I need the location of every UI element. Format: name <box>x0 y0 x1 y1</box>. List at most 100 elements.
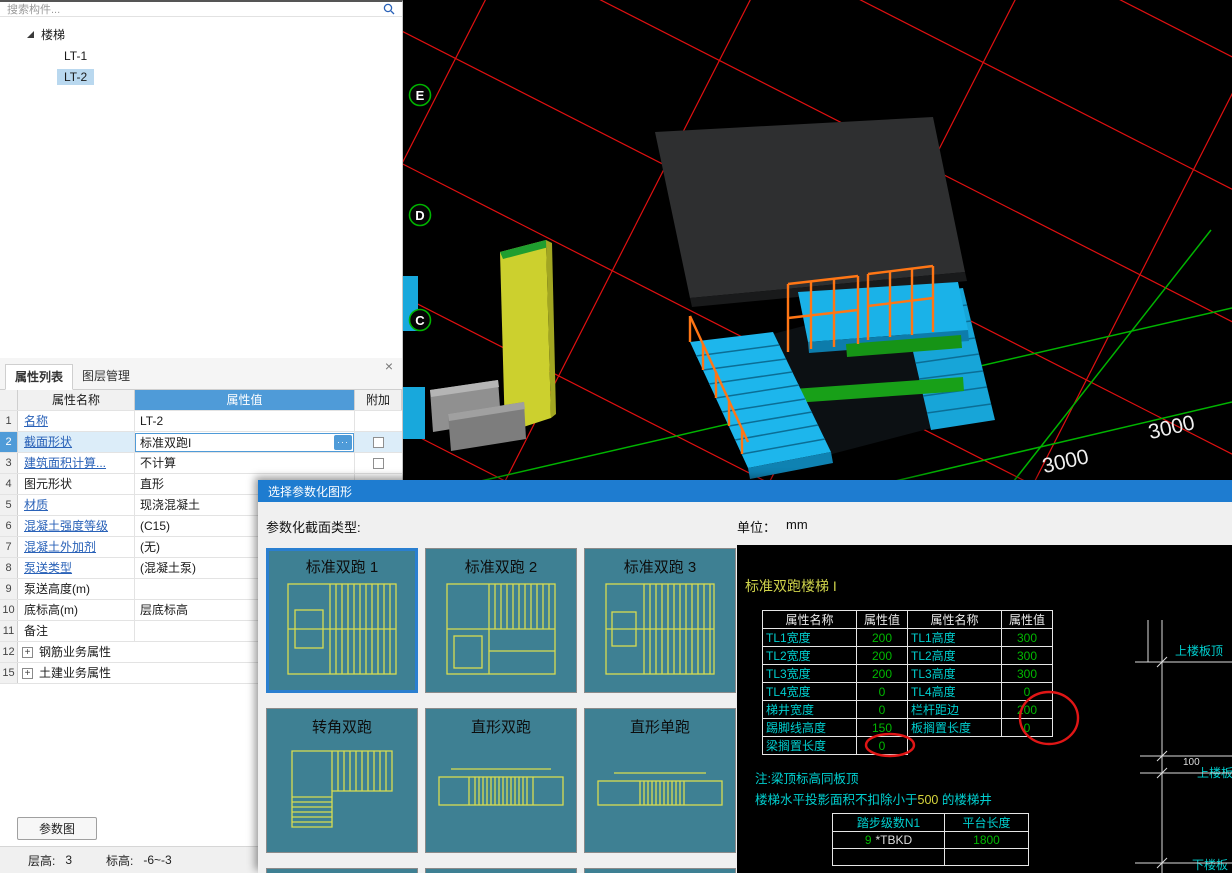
table-row-selected[interactable]: 2 截面形状 标准双跑I ··· <box>0 432 402 453</box>
stair-preview: 标准双跑楼梯 I 属性名称 属性值 属性名称 属性值 TL1宽度 200 TL1高… <box>737 545 1232 873</box>
expand-plus-icon[interactable]: + <box>22 667 33 679</box>
table-row[interactable]: 1 名称 LT-2 <box>0 411 402 432</box>
card-title: 直形单跑 <box>629 719 690 736</box>
card-standard-double-1[interactable]: 标准双跑 1 <box>266 548 418 693</box>
stair-type-cards: 标准双跑 1 标准双跑 2 标准双跑 3 转角双跑 直形双跑 直形单跑 <box>266 548 736 873</box>
label-lower-slab: 下楼板 <box>1192 858 1229 872</box>
card-corner-double[interactable]: 转角双跑 <box>266 708 418 853</box>
pv-row: TL3宽度 200 TL3高度 300 <box>762 664 1053 683</box>
header-extra: 附加 <box>355 390 402 410</box>
pv-header: 属性名称 <box>762 610 857 629</box>
floor-height-label: 层高: <box>28 853 56 868</box>
parameter-diagram-button[interactable]: 参数图 <box>17 817 97 840</box>
tree-item-label: LT-1 <box>64 48 88 63</box>
row-number: 5 <box>0 495 18 515</box>
pv-row: TL4宽度 0 TL4高度 0 <box>762 682 1053 701</box>
pv-steps-header: 踏步级数N1 <box>832 813 945 832</box>
stair-diagram <box>605 583 715 675</box>
property-name: 混凝土强度等级 <box>18 516 135 536</box>
preview-title: 标准双跑楼梯 I <box>745 578 837 594</box>
property-value[interactable]: LT-2 <box>135 411 355 431</box>
viewport-3d[interactable]: 3000 3000 E D C <box>0 0 1232 873</box>
stair-diagram <box>438 768 564 806</box>
elevation-value: -6~-3 <box>143 853 172 867</box>
label-upper-slab-top: 上楼板顶 <box>1175 644 1224 658</box>
section-shape-editor[interactable]: 标准双跑I ··· <box>135 433 354 452</box>
tab-layer-management[interactable]: 图层管理 <box>73 364 139 390</box>
row-number: 7 <box>0 537 18 557</box>
extra-checkbox[interactable] <box>373 457 384 469</box>
pv-row: 梁搁置长度 0 <box>762 736 1053 755</box>
step-code: *TBKD <box>875 833 913 847</box>
tree-node-stairs[interactable]: 楼梯 <box>0 24 402 45</box>
axis-label: C <box>415 313 425 328</box>
group-name: 土建业务属性 <box>39 666 112 680</box>
card-title: 直形双跑 <box>470 719 531 736</box>
property-name: 名称 <box>18 411 135 431</box>
tree-item-lt1[interactable]: LT-1 <box>0 45 402 66</box>
pv-row: TL2宽度 200 TL2高度 300 <box>762 646 1053 665</box>
pv-header: 属性名称 <box>907 610 1002 629</box>
group-name: 钢筋业务属性 <box>39 645 112 659</box>
row-number: 11 <box>0 621 18 641</box>
section-type-label: 参数化截面类型: <box>266 520 361 535</box>
extra-cell <box>355 453 402 473</box>
property-name: 截面形状 <box>18 432 135 452</box>
axis-label: D <box>415 208 424 223</box>
header-value: 属性值 <box>135 390 355 410</box>
dialog-title: 选择参数化图形 <box>268 484 353 499</box>
tree-item-lt2[interactable]: LT-2 <box>0 66 402 87</box>
card-title: 转角双跑 <box>311 719 372 736</box>
row-number: 8 <box>0 558 18 578</box>
property-value[interactable]: 不计算 <box>135 453 355 473</box>
preview-note-1: 注:梁顶标高同板顶 <box>755 772 859 786</box>
search-icon[interactable] <box>383 3 395 15</box>
stair-diagram <box>287 583 397 675</box>
properties-tabs: 属性列表 图层管理 <box>5 364 139 390</box>
row-number: 6 <box>0 516 18 536</box>
row-number: 1 <box>0 411 18 431</box>
close-icon[interactable]: × <box>385 358 393 374</box>
card-standard-double-3[interactable]: 标准双跑 3 <box>584 548 736 693</box>
stair-diagram <box>597 772 723 806</box>
pv-row: 踢脚线高度 150 板搁置长度 0 <box>762 718 1053 737</box>
row-number: 15 <box>0 663 18 683</box>
property-name: 建筑面积计算... <box>18 453 135 473</box>
search-input[interactable]: 搜索构件... <box>0 2 402 17</box>
floor-height-value: 3 <box>65 853 73 867</box>
app: 搜索构件... 楼梯 LT-1 LT-2 × 属性列表 图层管理 属性名称 属性… <box>0 0 1232 873</box>
extra-checkbox[interactable] <box>373 436 384 448</box>
preview-steps-table: 踏步级数N1 平台长度 9 *TBKD 1800 <box>832 813 1029 866</box>
property-table-header: 属性名称 属性值 附加 <box>0 390 402 411</box>
row-number: 12 <box>0 642 18 662</box>
card-partial[interactable] <box>266 868 418 873</box>
pv-row: TL1宽度 200 TL1高度 300 <box>762 628 1053 647</box>
unit-label: 单位： <box>737 520 777 535</box>
card-straight-double[interactable]: 直形双跑 <box>425 708 577 853</box>
extra-cell <box>355 432 402 452</box>
dialog-titlebar[interactable]: 选择参数化图形 <box>258 480 1232 502</box>
viewport-canvas[interactable]: 3000 3000 E D C <box>0 0 1232 873</box>
card-straight-single[interactable]: 直形单跑 <box>584 708 736 853</box>
row-number: 2 <box>0 432 18 452</box>
properties-header: × 属性列表 图层管理 <box>0 358 402 390</box>
row-number: 3 <box>0 453 18 473</box>
table-row[interactable]: 3 建筑面积计算... 不计算 <box>0 453 402 474</box>
ellipsis-button[interactable]: ··· <box>334 435 352 450</box>
property-name: 混凝土外加剂 <box>18 537 135 557</box>
property-value[interactable]: 标准双跑I ··· <box>135 432 355 452</box>
row-number: 4 <box>0 474 18 494</box>
expand-plus-icon[interactable]: + <box>22 646 33 658</box>
card-partial[interactable] <box>425 868 577 873</box>
pv-row: 梯井宽度 0 栏杆距边 200 <box>762 700 1053 719</box>
property-name: 图元形状 <box>18 474 135 494</box>
card-standard-double-2[interactable]: 标准双跑 2 <box>425 548 577 693</box>
axis-label: E <box>416 88 425 103</box>
unit-value: mm <box>786 517 808 532</box>
stair-diagram <box>446 583 556 675</box>
card-partial[interactable] <box>584 868 736 873</box>
preview-property-table: 属性名称 属性值 属性名称 属性值 TL1宽度 200 TL1高度 300 TL2宽… <box>762 610 1053 755</box>
tree-expand-icon[interactable] <box>27 31 34 38</box>
tab-property-list[interactable]: 属性列表 <box>5 364 74 390</box>
header-num <box>0 390 18 410</box>
